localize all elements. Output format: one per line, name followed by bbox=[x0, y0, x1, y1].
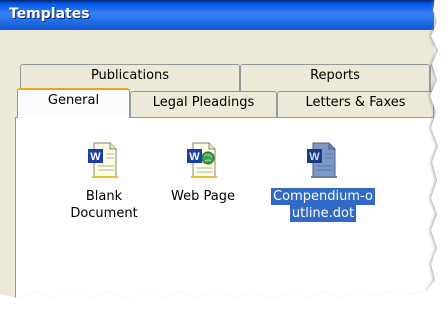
template-label-compendium-line2: utline.dot bbox=[289, 205, 357, 222]
template-list-panel: W Blank Document W Web Page W Compendium… bbox=[15, 117, 434, 300]
tab-overflow[interactable] bbox=[430, 64, 434, 92]
dialog-title: Templates bbox=[9, 6, 90, 22]
template-item-blank-document[interactable]: W Blank Document bbox=[64, 140, 144, 222]
tab-reports-label: Reports bbox=[310, 68, 360, 83]
template-label-compendium: Compendium-o utline.dot bbox=[263, 188, 383, 222]
template-item-compendium-outline[interactable]: W Compendium-o utline.dot bbox=[263, 140, 383, 222]
tab-general[interactable]: General bbox=[17, 88, 130, 118]
tab-reports[interactable]: Reports bbox=[240, 64, 430, 92]
template-label-blank-line2: Document bbox=[70, 206, 138, 221]
tab-letters-faxes-label: Letters & Faxes bbox=[305, 95, 406, 110]
svg-text:W: W bbox=[90, 151, 101, 163]
svg-text:W: W bbox=[309, 151, 320, 163]
tab-legal-pleadings[interactable]: Legal Pleadings bbox=[130, 91, 277, 118]
word-template-icon: W bbox=[307, 142, 337, 178]
tab-legal-pleadings-label: Legal Pleadings bbox=[152, 95, 255, 110]
template-item-web-page[interactable]: W Web Page bbox=[163, 140, 243, 205]
svg-text:W: W bbox=[189, 151, 200, 163]
title-bar[interactable]: Templates bbox=[0, 0, 434, 30]
word-webpage-icon: W bbox=[187, 142, 217, 178]
tab-letters-faxes[interactable]: Letters & Faxes bbox=[277, 91, 434, 118]
template-label-webpage: Web Page bbox=[171, 189, 235, 204]
templates-dialog: Templates Publications Reports General L… bbox=[0, 0, 434, 300]
tab-general-label: General bbox=[47, 93, 100, 108]
word-document-icon: W bbox=[88, 142, 118, 178]
template-label-blank-line1: Blank bbox=[85, 189, 123, 204]
template-label-compendium-line1: Compendium-o bbox=[271, 188, 375, 205]
tab-publications-label: Publications bbox=[90, 68, 170, 83]
